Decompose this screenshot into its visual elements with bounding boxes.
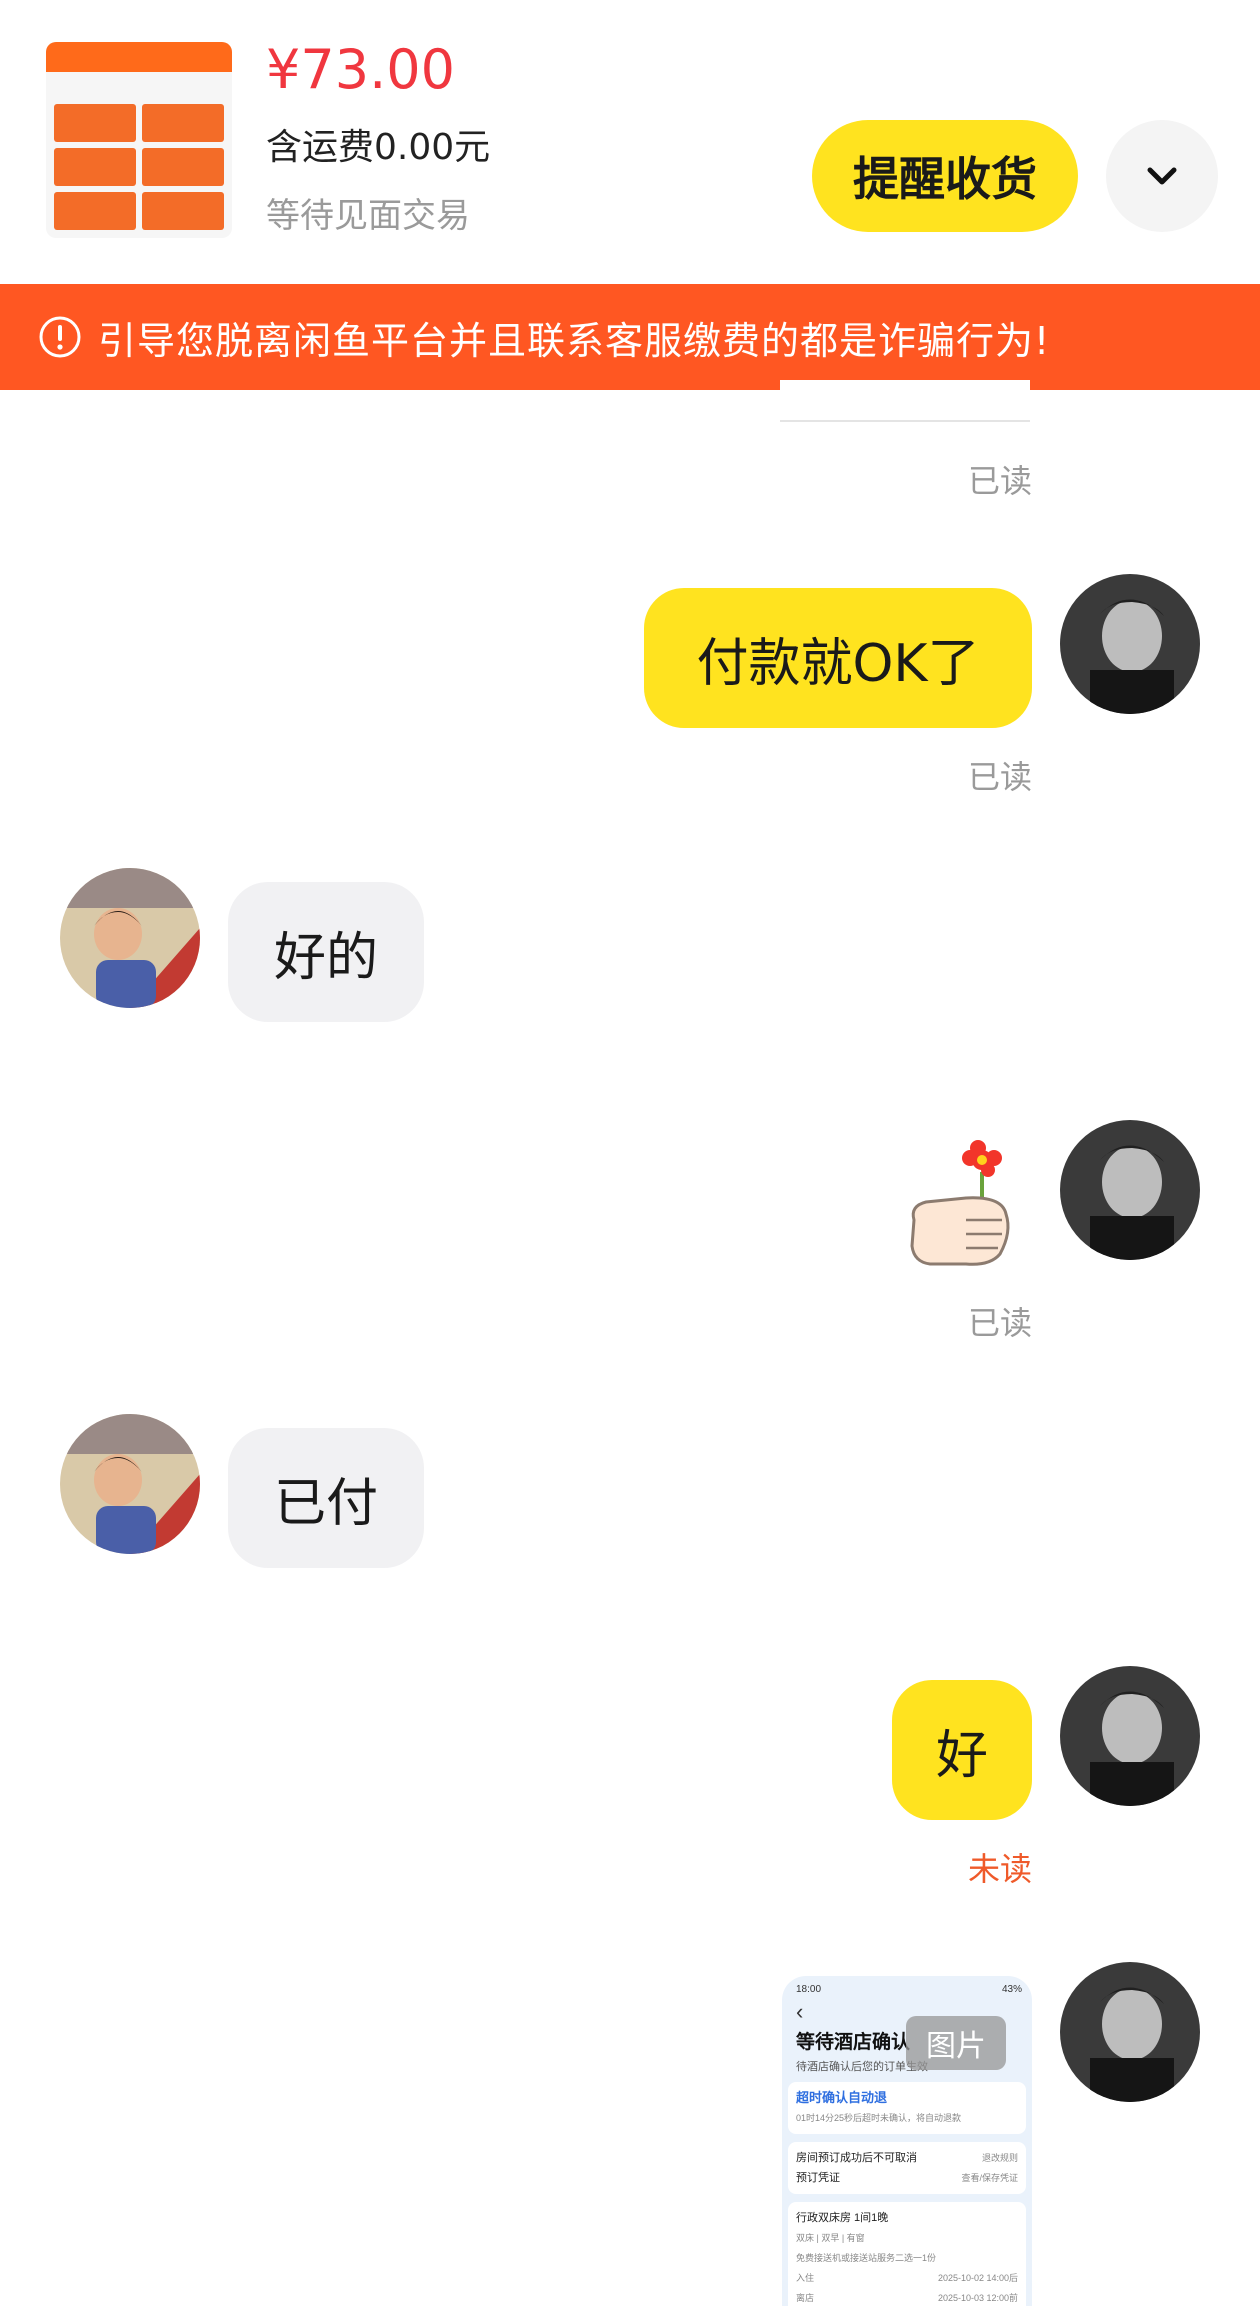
preview-row: 房间预订成功后不可取消 退改规则 [796,2148,1018,2168]
preview-checkout-label: 离店 [796,2293,815,2303]
avatar-portrait-image [1060,1666,1200,1806]
preview-row: 预订凭证 查看/保存凭证 [796,2168,1018,2188]
thumbnail-tile [54,104,136,142]
thumbnail-grid [46,100,232,234]
my-message-bubble[interactable]: 付款就OK了 [644,588,1032,728]
preview-status-bar: 18:00 43% [782,1976,1032,1995]
thumbnail-tile [142,148,224,186]
preview-room-title: 行政双床房 1间1晚 [796,2212,889,2224]
preview-checkout-value: 2025-10-03 12:00前 [937,2293,1018,2303]
read-status: 已读 [967,1304,1032,1342]
thumbnail-tile [54,148,136,186]
preview-status-battery: 43% [1001,1984,1022,1995]
unread-status: 未读 [967,1850,1032,1888]
image-badge: 图片 [906,2016,1006,2070]
read-status: 已读 [967,462,1032,500]
order-price: ¥73.00 [266,38,455,101]
my-avatar[interactable] [1060,1666,1200,1806]
trade-status: 等待见面交易 [266,196,470,236]
preview-checkout: 离店 2025-10-03 12:00前 [796,2288,1018,2306]
my-message-bubble[interactable]: 好 [892,1680,1032,1820]
preview-row-label: 预订凭证 [796,2172,840,2184]
preview-row-value: 退改规则 [981,2153,1018,2163]
preview-room-tags: 双床 | 双早 | 有窗 [796,2233,865,2243]
other-avatar[interactable] [60,1414,200,1554]
preview-auto-cancel-title: 超时确认自动退 [796,2090,888,2105]
my-avatar[interactable] [1060,574,1200,714]
avatar-portrait-image [1060,1962,1200,2102]
my-avatar[interactable] [1060,1962,1200,2102]
thumbnail-tile [142,192,224,230]
thumbs-up-flower-sticker[interactable] [906,1136,1016,1276]
preview-checkin: 入住 2025-10-02 14:00后 [796,2268,1018,2288]
chat-thread[interactable]: 已读 付款就OK了 已读 好的 已读 已付 好 未读 18:00 43% ‹ 等… [0,380,1260,2306]
preview-card: 房间预订成功后不可取消 退改规则 预订凭证 查看/保存凭证 [788,2142,1026,2194]
avatar-child-image [60,868,200,1008]
thumbnail-header [46,42,232,72]
their-message-bubble[interactable]: 已付 [228,1428,424,1568]
avatar-child-image [60,1414,200,1554]
avatar-portrait-image [1060,574,1200,714]
partial-message-bubble[interactable] [780,380,1030,422]
exclamation-circle-icon [39,316,81,358]
product-thumbnail[interactable] [46,42,232,238]
preview-status-time: 18:00 [796,1984,822,1995]
read-status: 已读 [967,758,1032,796]
remind-receipt-button[interactable]: 提醒收货 [812,120,1078,232]
warning-text: 引导您脱离闲鱼平台并且联系客服缴费的都是诈骗行为! [98,318,1051,363]
preview-card: 超时确认自动退 01时14分25秒后超时未确认，将自动退款 [788,2082,1026,2134]
thumbnail-tile [142,104,224,142]
image-message[interactable]: 18:00 43% ‹ 等待酒店确认 待酒店确认后您的订单生效 超时确认自动退 … [782,1976,1032,2306]
preview-card: 行政双床房 1间1晚 双床 | 双早 | 有窗 免费接送机或接送站服务二选一1份… [788,2202,1026,2306]
preview-row-label: 房间预订成功后不可取消 [796,2152,917,2164]
preview-row-value: 查看/保存凭证 [961,2173,1018,2183]
fraud-warning-banner: 引导您脱离闲鱼平台并且联系客服缴费的都是诈骗行为! [0,284,1260,390]
preview-room-service: 免费接送机或接送站服务二选一1份 [796,2253,937,2263]
avatar-portrait-image [1060,1120,1200,1260]
expand-order-button[interactable] [1106,120,1218,232]
shipping-fee: 含运费0.00元 [266,127,491,168]
preview-checkin-label: 入住 [796,2273,815,2283]
preview-checkin-value: 2025-10-02 14:00后 [937,2273,1018,2283]
my-avatar[interactable] [1060,1120,1200,1260]
order-bar: ¥73.00 含运费0.00元 等待见面交易 提醒收货 [0,0,1260,284]
other-avatar[interactable] [60,868,200,1008]
preview-auto-cancel-desc: 01时14分25秒后超时未确认，将自动退款 [796,2113,962,2123]
thumbnail-caption [56,82,232,100]
thumbnail-tile [54,192,136,230]
chevron-down-icon [1147,167,1177,185]
their-message-bubble[interactable]: 好的 [228,882,424,1022]
